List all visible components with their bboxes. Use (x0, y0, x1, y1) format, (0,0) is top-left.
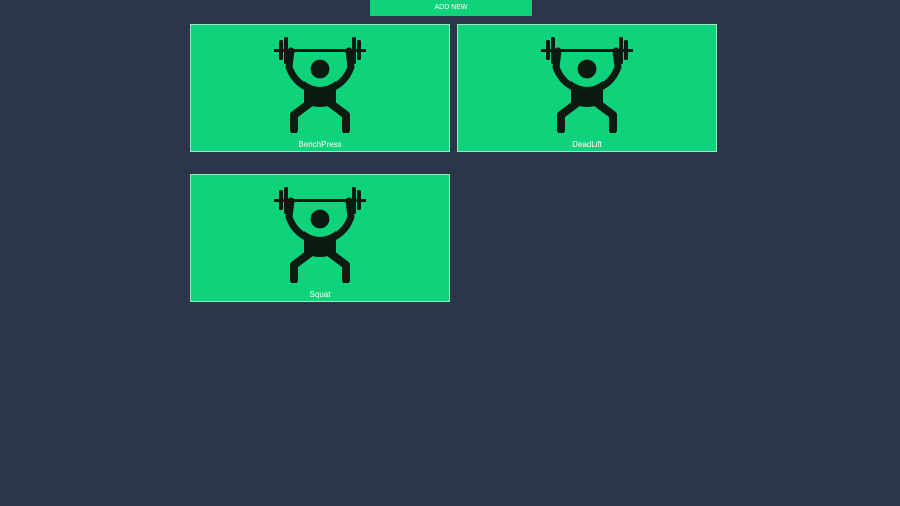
add-new-button[interactable]: ADD NEW (370, 0, 532, 16)
weightlifter-icon (270, 187, 370, 283)
weightlifter-icon (537, 37, 637, 133)
exercise-card-deadlift[interactable]: DeadLift (457, 24, 717, 152)
exercise-card-squat[interactable]: Squat (190, 174, 450, 302)
exercise-name: Squat (309, 290, 331, 299)
weightlifter-icon (270, 37, 370, 133)
exercise-name: DeadLift (572, 140, 602, 149)
exercise-card-benchpress[interactable]: BenchPress (190, 24, 450, 152)
exercise-name: BenchPress (298, 140, 342, 149)
